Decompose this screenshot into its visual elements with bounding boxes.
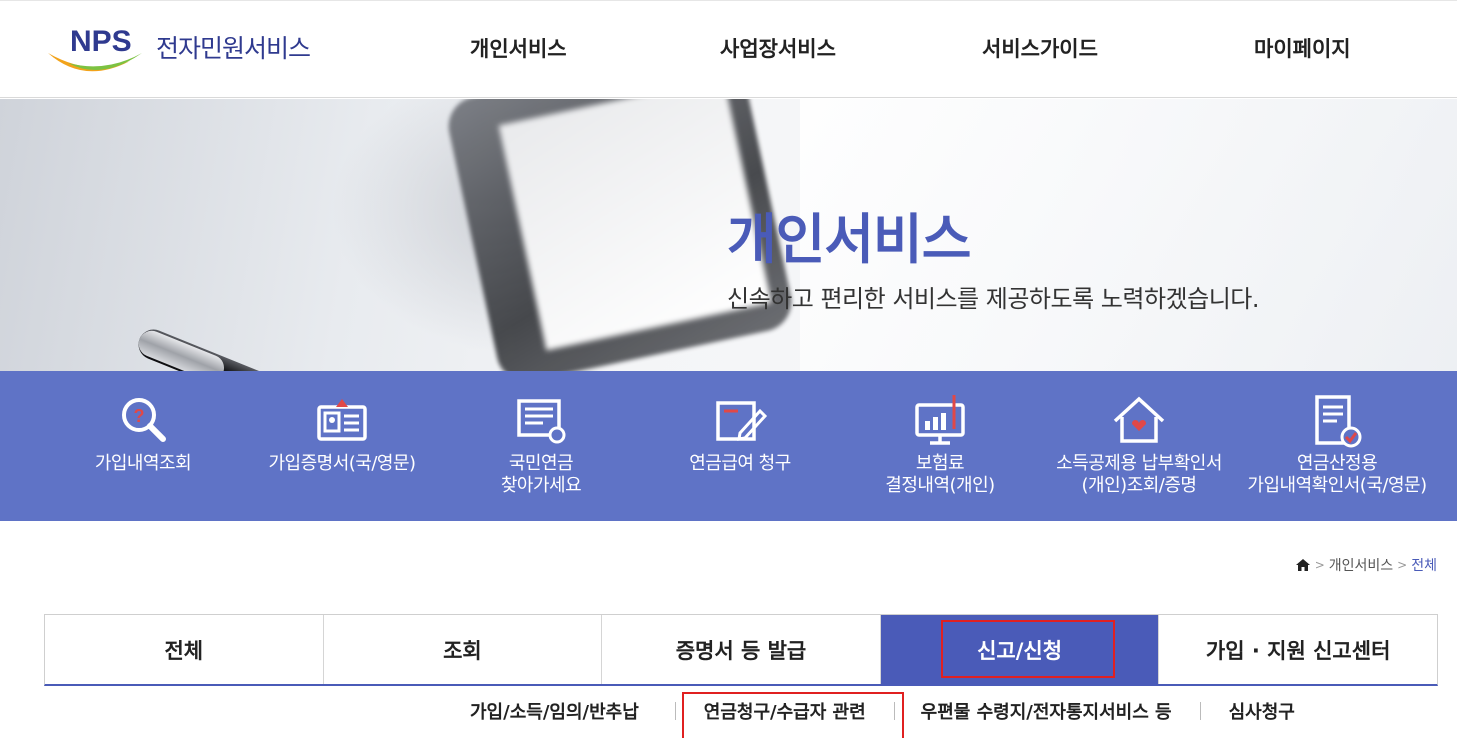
quick-menu-label: 가입내역조회 xyxy=(94,453,192,474)
quick-menu-item[interactable]: ? 가입내역조회 xyxy=(43,371,243,521)
tab-all[interactable]: 전체 xyxy=(45,615,324,684)
tab-certificate[interactable]: 증명서 등 발급 xyxy=(602,615,881,684)
quick-menu-item[interactable]: 가입증명서(국/영문) xyxy=(242,371,442,521)
breadcrumb: > 개인서비스 > 전체 xyxy=(1295,555,1437,575)
tab-label: 증명서 등 발급 xyxy=(675,638,807,663)
hero-title: 개인서비스 xyxy=(727,208,971,271)
quick-menu-label: 연금산정용 가입내역확인서(국/영문) xyxy=(1247,453,1427,496)
subtab-divider xyxy=(1199,701,1201,720)
quick-menu-label: 보험료 결정내역(개인) xyxy=(885,453,995,496)
document-check-icon xyxy=(1315,395,1362,448)
tab-support-center[interactable]: 가입 · 지원 신고센터 xyxy=(1159,615,1437,684)
quick-menu-label: 소득공제용 납부확인서 (개인)조회/증명 xyxy=(1056,453,1222,496)
nps-logo-icon: NPS xyxy=(48,25,142,72)
svg-text:NPS: NPS xyxy=(70,25,132,58)
house-heart-icon xyxy=(1113,396,1165,443)
document-search-icon xyxy=(517,399,566,444)
highlight-box xyxy=(940,620,1115,678)
breadcrumb-separator: > xyxy=(1314,558,1325,572)
quick-menu-label: 가입증명서(국/영문) xyxy=(268,453,416,474)
breadcrumb-separator: > xyxy=(1397,558,1408,572)
home-icon[interactable] xyxy=(1295,558,1311,572)
hero-banner: 개인서비스 신속하고 편리한 서비스를 제공하도록 노력하겠습니다. xyxy=(0,99,1457,371)
hero-subtitle: 신속하고 편리한 서비스를 제공하도록 노력하겠습니다. xyxy=(727,285,1259,313)
subtab-mail-address[interactable]: 우편물 수령지/전자통지서비스 등 xyxy=(921,698,1172,724)
subtab-enrollment[interactable]: 가입/소득/임의/반추납 xyxy=(470,698,639,724)
quick-menu-bar: ? 가입내역조회 가입증명서(국/영문) 국민연금 찾아가세요 연금급여 청구 … xyxy=(0,371,1457,521)
nav-business-service[interactable]: 사업장서비스 xyxy=(720,33,836,63)
subtab-divider xyxy=(674,701,676,720)
nav-service-guide[interactable]: 서비스가이드 xyxy=(982,33,1098,63)
quick-menu-item[interactable]: 연금급여 청구 xyxy=(640,371,840,521)
logo-text: 전자민원서비스 xyxy=(156,34,311,63)
site-logo[interactable]: NPS 전자민원서비스 xyxy=(44,23,334,81)
site-header: NPS 전자민원서비스 개인서비스 사업장서비스 서비스가이드 마이페이지 xyxy=(0,0,1457,98)
sub-tabs: 가입/소득/임의/반추납 연금청구/수급자 관련 우편물 수령지/전자통지서비스… xyxy=(470,690,1295,738)
quick-menu-item[interactable]: 소득공제용 납부확인서 (개인)조회/증명 xyxy=(1039,371,1239,521)
monitor-chart-icon xyxy=(915,395,965,445)
nav-my-page[interactable]: 마이페이지 xyxy=(1254,33,1351,63)
quick-menu-item[interactable]: 연금산정용 가입내역확인서(국/영문) xyxy=(1237,371,1437,521)
subtab-review-request[interactable]: 심사청구 xyxy=(1229,698,1295,724)
tab-label: 가입 · 지원 신고센터 xyxy=(1205,638,1391,663)
search-question-icon: ? xyxy=(122,398,166,442)
nav-personal-service[interactable]: 개인서비스 xyxy=(470,33,567,63)
tab-label: 전체 xyxy=(164,638,204,663)
svg-text:?: ? xyxy=(134,406,145,426)
breadcrumb-item[interactable]: 개인서비스 xyxy=(1329,555,1393,575)
subtab-pension-claim[interactable]: 연금청구/수급자 관련 xyxy=(681,691,904,738)
category-tabs: 전체 조회 증명서 등 발급 신고/신청 가입 · 지원 신고센터 xyxy=(44,614,1438,686)
quick-menu-label: 국민연금 찾아가세요 xyxy=(500,453,582,496)
quick-menu-item[interactable]: 국민연금 찾아가세요 xyxy=(441,371,641,521)
breadcrumb-current[interactable]: 전체 xyxy=(1411,555,1437,575)
tab-inquiry[interactable]: 조회 xyxy=(324,615,603,684)
tab-label: 조회 xyxy=(443,638,482,663)
id-card-icon xyxy=(317,399,367,441)
quick-menu-item[interactable]: 보험료 결정내역(개인) xyxy=(840,371,1040,521)
edit-document-icon xyxy=(716,401,768,441)
quick-menu-label: 연금급여 청구 xyxy=(689,453,791,474)
tab-report-apply[interactable]: 신고/신청 xyxy=(880,615,1160,684)
